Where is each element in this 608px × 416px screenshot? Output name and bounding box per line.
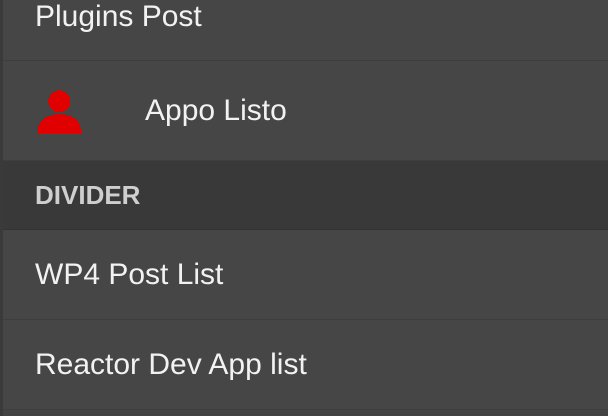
menu-item-plugins-post[interactable]: Plugins Post [3,0,608,61]
menu-item-label: Appo Listo [145,93,287,127]
side-menu: Plugins Post Appo Listo DIVIDER WP4 Post… [0,0,608,416]
menu-item-label: Plugins Post [35,0,202,33]
menu-divider: DIVIDER [3,161,608,230]
divider-label: DIVIDER [35,179,141,210]
menu-item-appo-listo[interactable]: Appo Listo [3,61,608,161]
menu-item-label: WP4 Post List [35,257,224,291]
menu-bottom-edge [3,410,608,416]
menu-item-reactor-dev-app-list[interactable]: Reactor Dev App list [3,320,608,410]
user-icon [37,89,81,133]
menu-item-label: Reactor Dev App list [35,347,307,381]
menu-item-wp4-post-list[interactable]: WP4 Post List [3,230,608,320]
